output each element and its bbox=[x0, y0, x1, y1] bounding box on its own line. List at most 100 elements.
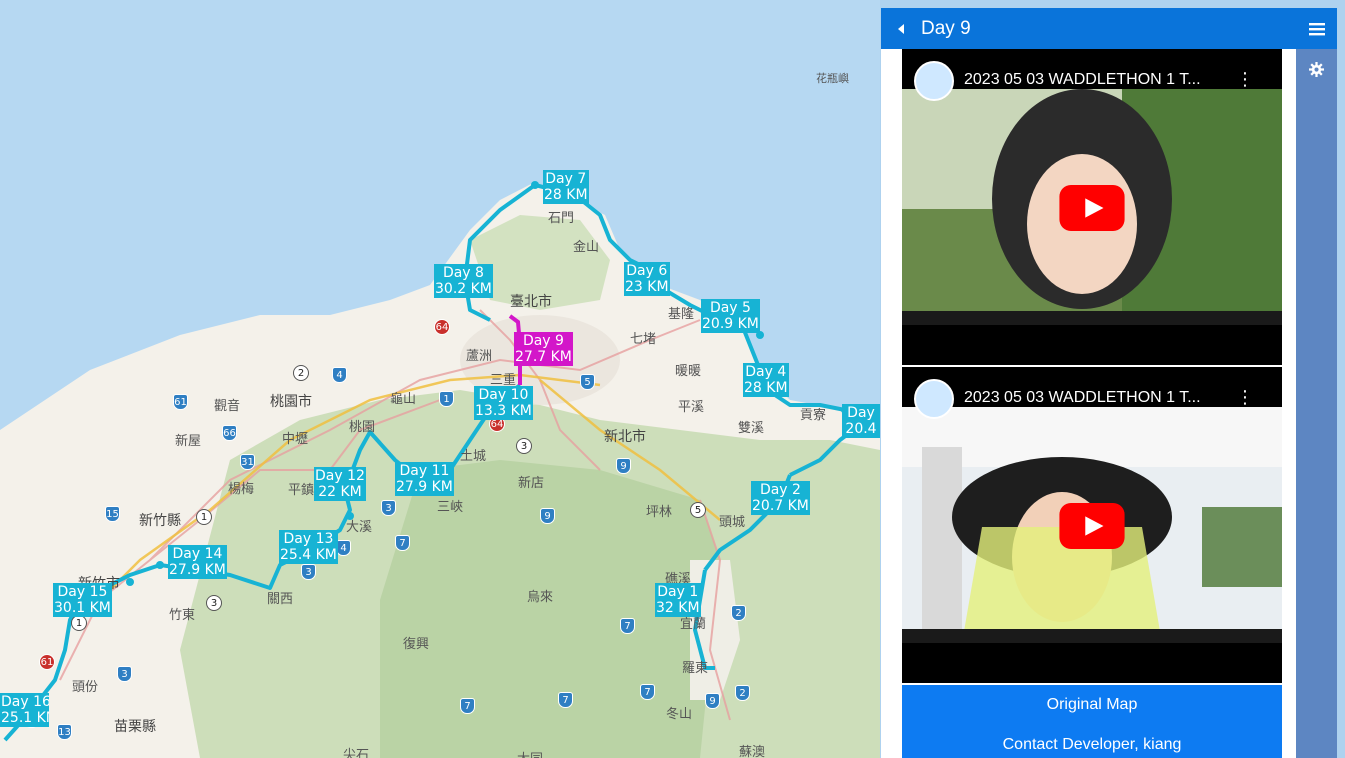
day-label-12[interactable]: Day 12 22 KM bbox=[314, 467, 366, 501]
route-shield: 3 bbox=[206, 595, 222, 611]
day-name: Day 6 bbox=[626, 263, 668, 279]
sidebar-tabs bbox=[1296, 8, 1337, 758]
video-title: 2023 05 03 WADDLETHON 1 T... bbox=[964, 71, 1201, 88]
route-shield: 2 bbox=[735, 685, 750, 701]
channel-avatar bbox=[914, 61, 954, 101]
route-shield: 3 bbox=[301, 564, 316, 580]
place-label: 新屋 bbox=[175, 434, 202, 449]
route-shield: 9 bbox=[616, 458, 631, 474]
day-label-10[interactable]: Day 10 13.3 KM bbox=[474, 386, 533, 420]
place-label: 龜山 bbox=[390, 392, 417, 407]
place-label: 桃園 bbox=[349, 420, 376, 435]
place-label: 金山 bbox=[573, 240, 600, 255]
route-shield: 64 bbox=[434, 319, 450, 335]
day-label-7[interactable]: Day 7 28 KM bbox=[543, 170, 589, 204]
route-shield: 9 bbox=[540, 508, 555, 524]
original-map-link[interactable]: Original Map bbox=[902, 685, 1282, 725]
day-label-11[interactable]: Day 11 27.9 KM bbox=[395, 462, 454, 496]
day-name: Day bbox=[847, 405, 875, 421]
route-shield: 4 bbox=[336, 540, 351, 556]
day-distance: 32 KM bbox=[656, 600, 700, 616]
place-label: 楊梅 bbox=[228, 482, 255, 497]
place-label: 中壢 bbox=[282, 432, 309, 447]
tab-settings[interactable] bbox=[1296, 49, 1337, 90]
place-label: 土城 bbox=[460, 449, 487, 464]
caret-left-icon bbox=[898, 23, 904, 34]
day-label-6[interactable]: Day 6 23 KM bbox=[624, 262, 670, 296]
place-label: 觀音 bbox=[214, 399, 241, 414]
day-distance: 28 KM bbox=[544, 187, 588, 203]
place-label: 貢寮 bbox=[800, 408, 827, 423]
day-name: Day 9 bbox=[522, 333, 564, 349]
day-name: Day 14 bbox=[172, 546, 223, 562]
day-label-1[interactable]: Day 1 32 KM bbox=[655, 583, 701, 617]
place-label: 竹東 bbox=[169, 608, 196, 623]
video-embed[interactable]: 2023 05 03 WADDLETHON 1 T... ⋮ bbox=[902, 367, 1282, 683]
tab-menu[interactable] bbox=[1296, 8, 1337, 49]
place-label: 新店 bbox=[518, 476, 545, 491]
video-embed[interactable]: 2023 05 03 WADDLETHON 1 T... ⋮ bbox=[902, 49, 1282, 365]
place-label: 尖石 bbox=[343, 748, 370, 758]
day-distance: 28 KM bbox=[744, 380, 788, 396]
day-label-16[interactable]: Day 1625.1 KM bbox=[0, 693, 49, 727]
day-distance: 30.2 KM bbox=[435, 281, 492, 297]
place-label: 桃園市 bbox=[270, 394, 312, 410]
day-distance: 20.4 bbox=[845, 421, 877, 437]
video-menu-icon[interactable]: ⋮ bbox=[1236, 71, 1254, 89]
day-label-13[interactable]: Day 13 25.4 KM bbox=[279, 530, 338, 564]
place-label: 花瓶嶼 bbox=[816, 72, 849, 85]
place-label: 新竹縣 bbox=[139, 513, 181, 529]
route-shield: 61 bbox=[173, 394, 188, 410]
route-shield: 3 bbox=[381, 500, 396, 516]
route-shield: 5 bbox=[690, 502, 706, 518]
route-shield: 9 bbox=[705, 693, 720, 709]
route-shield: 15 bbox=[105, 506, 120, 522]
day-distance: 27.9 KM bbox=[169, 562, 226, 578]
day-distance: 27.9 KM bbox=[396, 479, 453, 495]
day-name: Day 15 bbox=[57, 584, 108, 600]
route-shield: 61 bbox=[39, 654, 55, 670]
route-shield: 7 bbox=[460, 698, 475, 714]
video-title: 2023 05 03 WADDLETHON 1 T... bbox=[964, 389, 1201, 406]
route-shield: 3 bbox=[516, 438, 532, 454]
day-distance: 25.4 KM bbox=[280, 547, 337, 563]
day-label-4[interactable]: Day 4 28 KM bbox=[743, 363, 789, 397]
place-label: 蘆洲 bbox=[466, 349, 493, 364]
video-menu-icon[interactable]: ⋮ bbox=[1236, 389, 1254, 407]
day-label-3[interactable]: Day 20.4 bbox=[842, 404, 880, 438]
place-label: 羅東 bbox=[682, 661, 709, 676]
place-label: 烏來 bbox=[527, 590, 554, 605]
day-label-15[interactable]: Day 15 30.1 KM bbox=[53, 583, 112, 617]
day-name: Day 11 bbox=[399, 463, 450, 479]
day-distance: 20.7 KM bbox=[752, 498, 809, 514]
day-distance: 27.7 KM bbox=[515, 349, 572, 365]
play-icon[interactable] bbox=[1058, 185, 1126, 231]
place-label: 頭份 bbox=[72, 680, 99, 695]
day-name: Day 2 bbox=[759, 482, 801, 498]
place-label: 平溪 bbox=[678, 400, 705, 415]
day-label-9[interactable]: Day 9 27.7 KM bbox=[514, 332, 573, 366]
place-label: 七堵 bbox=[630, 332, 657, 347]
day-distance: 20.9 KM bbox=[702, 316, 759, 332]
day-name: Day 1 bbox=[657, 584, 699, 600]
sidebar-title: Day 9 bbox=[921, 17, 971, 39]
place-label: 復興 bbox=[403, 637, 430, 652]
collapse-sidebar-button[interactable] bbox=[881, 8, 921, 49]
route-shield: 7 bbox=[558, 692, 573, 708]
place-label: 苗栗縣 bbox=[114, 719, 156, 735]
play-icon[interactable] bbox=[1058, 503, 1126, 549]
route-shield: 7 bbox=[640, 684, 655, 700]
route-shield: 1 bbox=[71, 615, 87, 631]
contact-developer-link[interactable]: Contact Developer, kiang bbox=[902, 725, 1282, 758]
day-name: Day 7 bbox=[545, 171, 587, 187]
channel-avatar bbox=[914, 379, 954, 419]
route-shield: 2 bbox=[293, 365, 309, 381]
day-label-2[interactable]: Day 2 20.7 KM bbox=[751, 481, 810, 515]
place-label: 暖暖 bbox=[675, 364, 702, 379]
day-label-8[interactable]: Day 8 30.2 KM bbox=[434, 264, 493, 298]
day-label-5[interactable]: Day 5 20.9 KM bbox=[701, 299, 760, 333]
route-shield: 13 bbox=[57, 724, 72, 740]
day-name: Day 13 bbox=[283, 531, 334, 547]
day-label-14[interactable]: Day 14 27.9 KM bbox=[168, 545, 227, 579]
map-app: 花瓶嶼 石門 金山 臺北市 蘆洲 七堵 三重 暖暖 基隆 龜山 桃園市 觀音 新… bbox=[0, 0, 1345, 758]
